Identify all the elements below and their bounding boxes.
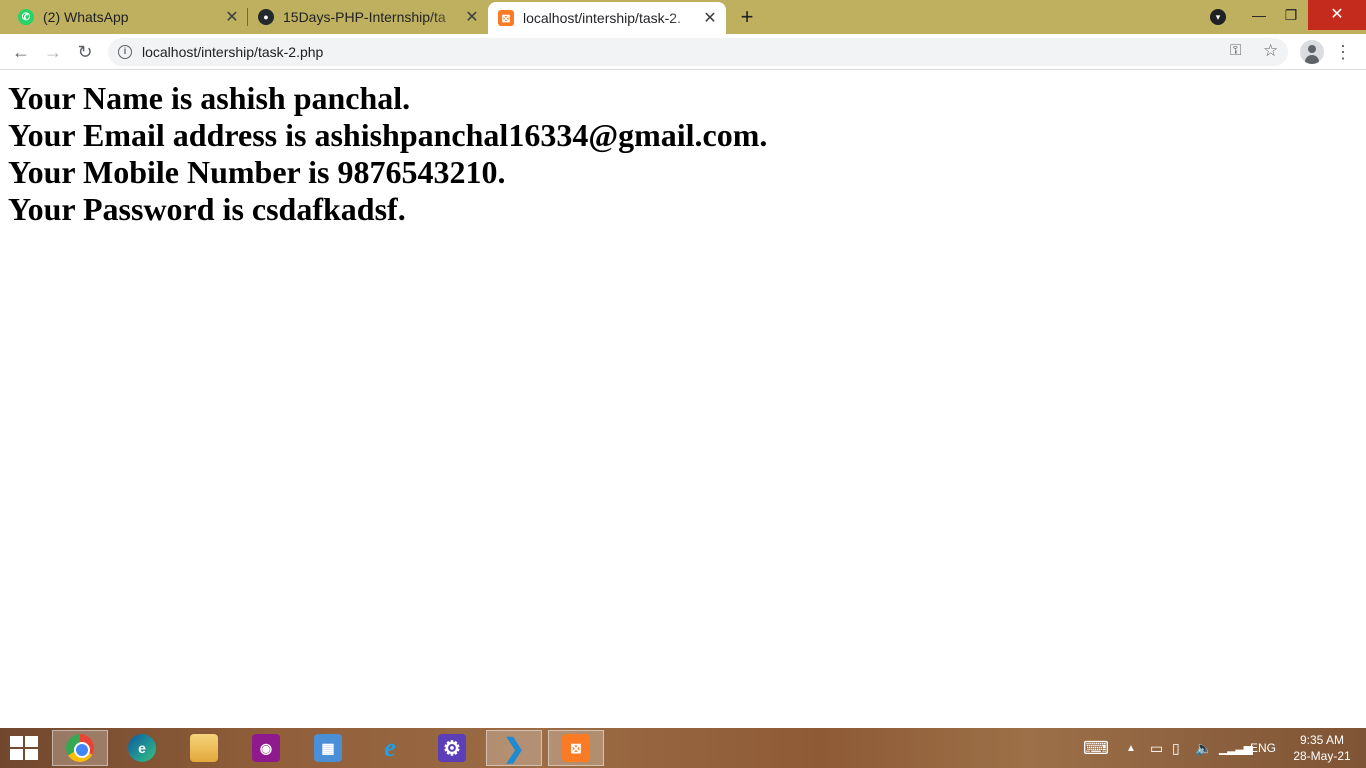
control-panel-icon: ▦ bbox=[314, 734, 342, 762]
display-icon[interactable]: ▭ bbox=[1150, 728, 1163, 768]
windows-start-icon[interactable] bbox=[10, 736, 38, 760]
github-icon: ● bbox=[258, 9, 274, 25]
taskbar-internet-explorer[interactable]: e bbox=[362, 730, 418, 766]
mobile-line: Your Mobile Number is 9876543210. bbox=[8, 154, 506, 190]
taskbar-control-panel[interactable]: ▦ bbox=[300, 730, 356, 766]
taskbar-file-explorer[interactable] bbox=[176, 730, 232, 766]
chrome-icon bbox=[66, 734, 94, 762]
clock-time: 9:35 AM bbox=[1299, 733, 1345, 747]
vscode-icon: ❯ bbox=[503, 732, 525, 763]
camera-icon: ◉ bbox=[252, 734, 280, 762]
profile-avatar-icon[interactable] bbox=[1300, 40, 1324, 64]
email-line: Your Email address is ashishpanchal16334… bbox=[8, 117, 768, 153]
password-line: Your Password is csdafkadsf. bbox=[8, 191, 406, 227]
page-content: Your Name is ashish panchal. Your Email … bbox=[8, 80, 767, 228]
chevron-up-icon[interactable]: ▲ bbox=[1126, 728, 1136, 768]
bookmark-star-icon[interactable]: ☆ bbox=[1263, 41, 1278, 61]
close-tab-icon[interactable]: ✕ bbox=[462, 7, 482, 27]
volume-icon[interactable]: 🔈 bbox=[1195, 728, 1212, 768]
keyboard-icon[interactable]: ⌨ bbox=[1083, 728, 1109, 768]
menu-kebab-icon[interactable]: ⋮ bbox=[1334, 40, 1352, 64]
info-icon[interactable]: i bbox=[118, 45, 132, 59]
tab-github[interactable]: ● 15Days-PHP-Internship/ta ✕ bbox=[248, 0, 486, 34]
tab-title: localhost/intership/task-2. bbox=[523, 10, 700, 26]
clock[interactable]: 9:35 AM 28-May-21 bbox=[1284, 732, 1360, 764]
taskbar-chrome[interactable] bbox=[52, 730, 108, 766]
close-tab-icon[interactable]: ✕ bbox=[222, 7, 242, 27]
tab-strip: ✆ (2) WhatsApp ✕ ● 15Days-PHP-Internship… bbox=[0, 0, 1366, 34]
browser-toolbar: ← → ↻ i localhost/intership/task-2.php ⚿… bbox=[0, 34, 1366, 70]
taskbar-camera[interactable]: ◉ bbox=[238, 730, 294, 766]
url-text[interactable]: localhost/intership/task-2.php bbox=[142, 44, 323, 60]
battery-icon[interactable]: ▯ bbox=[1172, 728, 1180, 768]
xampp-icon: ⊠ bbox=[562, 734, 590, 762]
gear-icon: ⚙ bbox=[438, 734, 466, 762]
network-signal-icon[interactable]: ▁▂▃▅ bbox=[1219, 728, 1253, 768]
back-icon[interactable]: ← bbox=[9, 40, 33, 64]
folder-icon bbox=[190, 734, 218, 762]
taskbar-xampp[interactable]: ⊠ bbox=[548, 730, 604, 766]
internet-explorer-icon: e bbox=[384, 733, 396, 762]
taskbar-edge[interactable]: e bbox=[114, 730, 170, 766]
new-tab-button[interactable]: + bbox=[736, 6, 758, 28]
tab-search-icon[interactable]: ▾ bbox=[1210, 9, 1226, 25]
clock-date: 28-May-21 bbox=[1293, 749, 1351, 763]
tab-localhost[interactable]: ⊠ localhost/intership/task-2. ✕ bbox=[488, 2, 726, 34]
name-line: Your Name is ashish panchal. bbox=[8, 80, 411, 116]
taskbar-vscode[interactable]: ❯ bbox=[486, 730, 542, 766]
address-bar[interactable]: i localhost/intership/task-2.php ⚿ ☆ bbox=[108, 38, 1288, 66]
key-icon[interactable]: ⚿ bbox=[1230, 42, 1241, 59]
tab-title: 15Days-PHP-Internship/ta bbox=[283, 9, 462, 25]
forward-icon[interactable]: → bbox=[41, 40, 65, 64]
tab-title: (2) WhatsApp bbox=[43, 9, 129, 25]
close-window-button[interactable]: ✕ bbox=[1308, 0, 1366, 30]
whatsapp-icon: ✆ bbox=[18, 9, 34, 25]
reload-icon[interactable]: ↻ bbox=[73, 40, 97, 64]
xampp-icon: ⊠ bbox=[498, 10, 514, 26]
close-tab-icon[interactable]: ✕ bbox=[700, 8, 720, 28]
edge-icon: e bbox=[128, 734, 156, 762]
language-indicator[interactable]: ENG bbox=[1250, 728, 1276, 768]
taskbar-settings[interactable]: ⚙ bbox=[424, 730, 480, 766]
tab-whatsapp[interactable]: ✆ (2) WhatsApp ✕ bbox=[0, 0, 246, 34]
